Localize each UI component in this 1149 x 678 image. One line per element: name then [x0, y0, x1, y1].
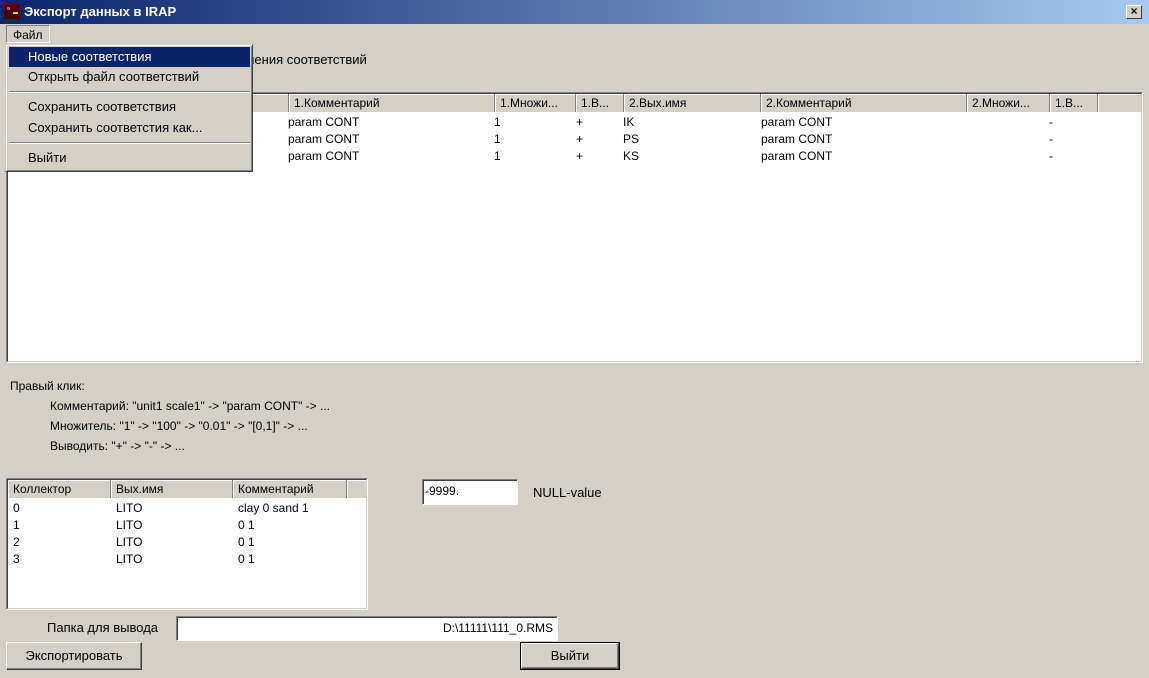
table-cell: LITO — [116, 518, 143, 532]
export-button[interactable]: Экспортировать — [6, 642, 142, 670]
title-bar: Экспорт данных в IRAP × — [0, 0, 1149, 24]
table-cell: 1 — [494, 115, 501, 129]
window-title: Экспорт данных в IRAP — [24, 4, 177, 19]
help-line-multiplier: Множитель: "1" -> "100" -> "0.01" -> "[0… — [50, 419, 308, 433]
hint-text-top: анения соответствий — [240, 52, 367, 67]
table-cell: param CONT — [288, 132, 360, 146]
table-row[interactable]: 3 LITO 0 1 — [7, 551, 367, 568]
table-cell: 2 — [13, 535, 20, 549]
menu-separator — [9, 91, 250, 93]
table-cell: - — [1049, 132, 1053, 146]
table-cell: KS — [623, 149, 640, 163]
file-menu-dropdown: Новые соответствия Открыть файл соответс… — [5, 44, 253, 172]
table-cell: 1 — [494, 132, 501, 146]
table-cell: LITO — [116, 501, 143, 515]
col-header-outname[interactable]: Вых.имя — [111, 480, 233, 498]
col-header-comment[interactable]: Комментарий — [233, 480, 347, 498]
col-header-filler — [347, 480, 367, 498]
table-cell: 0 1 — [238, 552, 255, 566]
col-header-name2[interactable]: 2.Вых.имя — [624, 94, 761, 112]
menu-item-save-mappings[interactable]: Сохранить соответствия — [9, 97, 250, 117]
app-icon — [4, 4, 20, 20]
table-cell: clay 0 sand 1 — [238, 501, 309, 515]
table-cell: param CONT — [761, 132, 833, 146]
exit-button[interactable]: Выйти — [520, 642, 620, 670]
col-header-comment2[interactable]: 2.Комментарий — [761, 94, 967, 112]
table-cell: param CONT — [761, 115, 833, 129]
null-value-input[interactable]: -9999. — [422, 479, 518, 505]
table-cell: IK — [623, 115, 635, 129]
table-cell: 0 1 — [238, 518, 255, 532]
table-cell: + — [576, 149, 584, 163]
col-header-mult2[interactable]: 2.Множи... — [967, 94, 1050, 112]
output-folder-label: Папка для вывода — [47, 620, 159, 635]
table-cell: PS — [623, 132, 640, 146]
col-header-filler — [1098, 94, 1142, 112]
table-cell: 1 — [13, 518, 20, 532]
table-cell: LITO — [116, 535, 143, 549]
col-header-comment1[interactable]: 1.Комментарий — [289, 94, 495, 112]
table-cell: 3 — [13, 552, 20, 566]
menu-item-new-mappings[interactable]: Новые соответствия — [9, 47, 250, 67]
col-header-mult1[interactable]: 1.Множи... — [495, 94, 576, 112]
table-cell: 1 — [494, 149, 501, 163]
table-cell: - — [1049, 149, 1053, 163]
menu-bar: Файл — [0, 24, 1149, 44]
table-cell: - — [1049, 115, 1053, 129]
table-row[interactable]: 1 LITO 0 1 — [7, 517, 367, 534]
col-header-out2[interactable]: 1.В... — [1050, 94, 1098, 112]
menu-item-open-mappings[interactable]: Открыть файл соответствий — [9, 67, 250, 87]
output-folder-input[interactable]: D:\11111\111_0.RMS — [176, 616, 558, 641]
menu-item-exit[interactable]: Выйти — [9, 148, 250, 168]
table-cell: + — [576, 132, 584, 146]
table-cell: 0 1 — [238, 535, 255, 549]
table-cell: param CONT — [288, 115, 360, 129]
right-click-title: Правый клик: — [10, 379, 85, 393]
close-button[interactable]: × — [1126, 5, 1142, 19]
table-cell: param CONT — [761, 149, 833, 163]
table-cell: 0 — [13, 501, 20, 515]
table-row[interactable]: 0 LITO clay 0 sand 1 — [7, 500, 367, 517]
table-cell: LITO — [116, 552, 143, 566]
help-line-output: Выводить: "+" -> "-" -> ... — [50, 439, 185, 453]
table-row[interactable]: 2 LITO 0 1 — [7, 534, 367, 551]
null-value-label: NULL-value — [533, 485, 602, 500]
menu-separator — [9, 142, 250, 144]
menu-item-save-mappings-as[interactable]: Сохранить соответстия как... — [9, 118, 250, 138]
collector-table[interactable]: Коллектор Вых.имя Комментарий 0 LITO cla… — [6, 478, 368, 610]
col-header-collector[interactable]: Коллектор — [8, 480, 111, 498]
help-line-comment: Комментарий: "unit1 scale1" -> "param CO… — [50, 399, 331, 413]
table-cell: + — [576, 115, 584, 129]
menu-file[interactable]: Файл — [6, 25, 50, 43]
col-header-out1[interactable]: 1.В... — [576, 94, 624, 112]
table-cell: param CONT — [288, 149, 360, 163]
